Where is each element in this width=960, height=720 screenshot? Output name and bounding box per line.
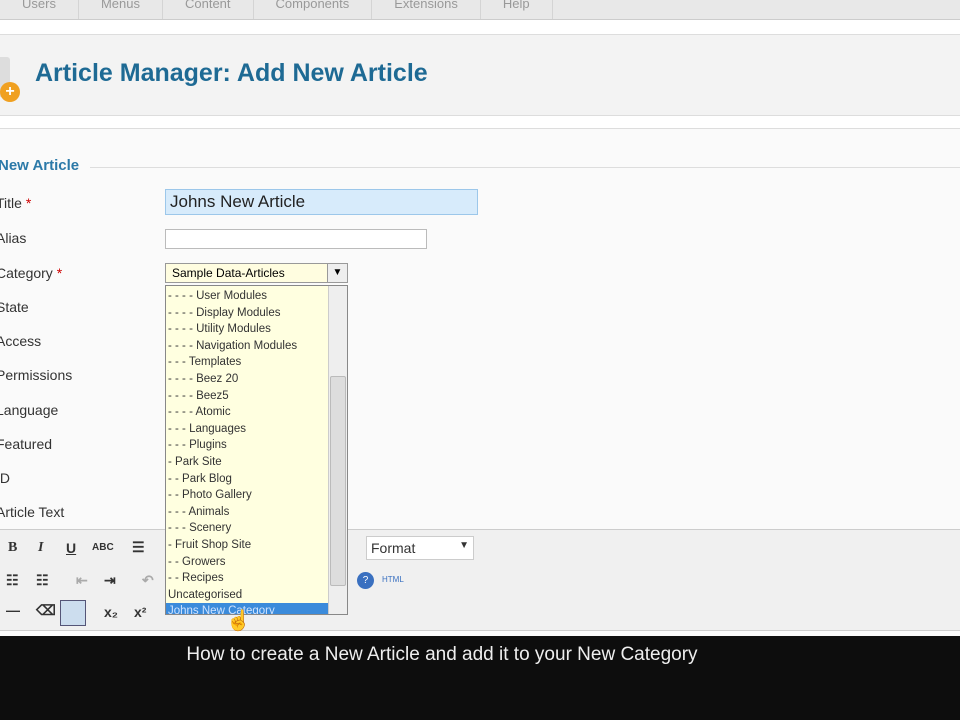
- menu-extensions[interactable]: Extensions: [372, 0, 481, 19]
- dropdown-option[interactable]: - - - Scenery: [166, 520, 328, 536]
- dropdown-option[interactable]: - Fruit Shop Site: [166, 537, 328, 553]
- alias-label: Alias: [0, 230, 27, 246]
- menu-menus[interactable]: Menus: [79, 0, 163, 19]
- language-label: Language: [0, 402, 59, 418]
- title-input[interactable]: [165, 189, 478, 215]
- dropdown-option[interactable]: - - - Templates: [166, 354, 328, 370]
- dropdown-option[interactable]: - - - - Beez 20: [166, 371, 328, 387]
- html-button[interactable]: HTML: [382, 575, 404, 584]
- dropdown-option[interactable]: - - - - Atomic: [166, 404, 328, 420]
- dropdown-option[interactable]: - - Growers: [166, 554, 328, 570]
- chevron-down-icon: ▼: [459, 540, 469, 551]
- dropdown-scrollbar[interactable]: [328, 286, 347, 614]
- page-title: Article Manager: Add New Article: [35, 59, 428, 87]
- top-menu-bar: Users Menus Content Components Extension…: [0, 0, 960, 20]
- dropdown-option[interactable]: - - - Plugins: [166, 437, 328, 453]
- fieldset-legend: New Article: [0, 157, 80, 174]
- horizontal-rule-icon[interactable]: —: [6, 602, 20, 618]
- dropdown-option[interactable]: - Park Site: [166, 454, 328, 470]
- numbered-list-icon[interactable]: ☷: [36, 572, 49, 589]
- bullet-list-icon[interactable]: ☷: [6, 572, 19, 589]
- dropdown-option[interactable]: - - - Languages: [166, 421, 328, 437]
- indent-icon[interactable]: ⇥: [104, 572, 116, 589]
- italic-button[interactable]: I: [38, 540, 43, 556]
- dropdown-option[interactable]: Uncategorised: [166, 587, 328, 603]
- divider: [90, 167, 960, 168]
- undo-icon[interactable]: ↶: [142, 572, 154, 589]
- permissions-label: Permissions: [0, 367, 73, 383]
- format-label: Format: [371, 540, 416, 556]
- dropdown-option[interactable]: - - - - Utility Modules: [166, 321, 328, 337]
- dropdown-option[interactable]: - - Photo Gallery: [166, 487, 328, 503]
- dropdown-option[interactable]: - - - - Beez5: [166, 388, 328, 404]
- align-left-icon[interactable]: ☰: [132, 539, 145, 556]
- video-caption-bar: How to create a New Article and add it t…: [0, 636, 960, 720]
- dropdown-option[interactable]: - - - - Display Modules: [166, 305, 328, 321]
- outdent-icon[interactable]: ⇤: [76, 572, 88, 589]
- chevron-down-icon[interactable]: ▼: [327, 264, 347, 282]
- dropdown-option[interactable]: - - - - Navigation Modules: [166, 338, 328, 354]
- table-icon[interactable]: [60, 600, 86, 626]
- dropdown-option[interactable]: - - - - User Modules: [166, 288, 328, 304]
- dropdown-option[interactable]: - - Recipes: [166, 570, 328, 586]
- format-select[interactable]: Format ▼: [366, 536, 474, 560]
- menu-components[interactable]: Components: [254, 0, 373, 19]
- dropdown-option[interactable]: - - - Animals: [166, 504, 328, 520]
- category-label: Category *: [0, 265, 63, 281]
- superscript-button[interactable]: x²: [134, 604, 146, 620]
- help-icon[interactable]: ?: [357, 572, 374, 589]
- eraser-icon[interactable]: ⌫: [36, 602, 56, 619]
- category-dropdown-list[interactable]: - - - - User Modules - - - - Display Modu…: [165, 285, 348, 615]
- add-icon: +: [0, 82, 20, 102]
- category-selected-value: Sample Data-Articles: [172, 266, 285, 280]
- menu-help[interactable]: Help: [481, 0, 553, 19]
- article-text-label: Article Text: [0, 504, 65, 520]
- bold-button[interactable]: B: [8, 540, 17, 556]
- access-label: Access: [0, 333, 42, 349]
- featured-label: Featured: [0, 436, 53, 452]
- menu-content[interactable]: Content: [163, 0, 254, 19]
- title-label: Title *: [0, 195, 32, 211]
- dropdown-option[interactable]: - - Park Blog: [166, 471, 328, 487]
- id-label: ID: [0, 470, 10, 486]
- article-form: New Article Title * Alias Category * Sta…: [0, 128, 960, 638]
- scrollbar-thumb[interactable]: [330, 376, 346, 586]
- underline-button[interactable]: U: [66, 540, 76, 556]
- strikethrough-button[interactable]: ABC: [92, 542, 114, 553]
- menu-users[interactable]: Users: [0, 0, 79, 19]
- editor-toolbar: B I U ABC ☰ ☷ ☷ ⇤ ⇥ ↶ — ⌫ x₂ x² Format ▼ …: [0, 529, 960, 631]
- hand-cursor-icon: ☝: [226, 610, 251, 632]
- alias-input[interactable]: [165, 229, 427, 249]
- caption-text: How to create a New Article and add it t…: [186, 644, 698, 665]
- category-select[interactable]: Sample Data-Articles ▼: [165, 263, 348, 283]
- state-label: State: [0, 299, 29, 315]
- page-header: + Article Manager: Add New Article: [0, 34, 960, 116]
- subscript-button[interactable]: x₂: [104, 604, 118, 620]
